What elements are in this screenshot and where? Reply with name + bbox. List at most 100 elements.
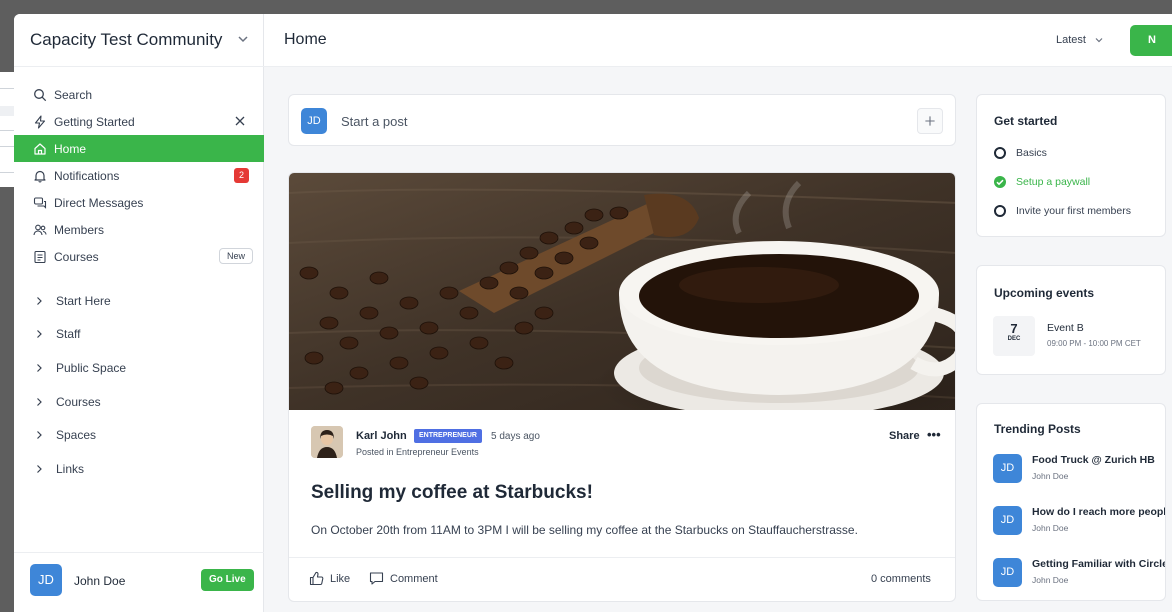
card-title: Trending Posts: [994, 422, 1081, 436]
user-name: John Doe: [74, 574, 126, 588]
add-post-button[interactable]: [917, 108, 943, 134]
post-title[interactable]: Selling my coffee at Starbucks!: [311, 482, 593, 504]
go-live-button[interactable]: Go Live: [201, 569, 254, 591]
sidebar-item-label: Direct Messages: [54, 195, 144, 210]
sidebar-item-notifications[interactable]: Notifications 2: [14, 162, 264, 189]
close-icon[interactable]: [233, 114, 247, 128]
trending-post-title: How do I reach more people: [1032, 506, 1166, 518]
get-started-card: Get started Basics Setup a paywall Invit…: [976, 94, 1166, 237]
courses-icon: [34, 250, 46, 263]
post-composer[interactable]: JD Start a post: [288, 94, 956, 146]
post-card: Karl John ENTREPRENEUR 5 days ago Posted…: [288, 172, 956, 602]
sidebar-item-label: Home: [54, 141, 87, 156]
chevron-down-icon: [1095, 38, 1103, 43]
avatar: JD: [993, 506, 1022, 535]
sidebar-item-label: Getting Started: [54, 114, 135, 129]
thumbs-up-icon: [309, 571, 324, 586]
app-window: Capacity Test Community Search Getting S…: [14, 14, 1172, 612]
trending-post-author: John Doe: [1032, 575, 1069, 585]
community-switcher[interactable]: Capacity Test Community: [14, 14, 264, 67]
sidebar-item-label: Notifications: [54, 168, 120, 183]
space-group-staff[interactable]: Staff: [14, 318, 264, 352]
comment-button[interactable]: Comment: [369, 571, 438, 586]
space-group-spaces[interactable]: Spaces: [14, 418, 264, 452]
messages-icon: [33, 196, 47, 209]
avatar[interactable]: JD: [30, 564, 62, 596]
avatar: JD: [993, 558, 1022, 587]
trending-posts-card: Trending Posts JD Food Truck @ Zurich HB…: [976, 403, 1166, 601]
comments-count[interactable]: 0 comments: [871, 573, 931, 585]
sidebar-item-courses[interactable]: Courses New: [14, 243, 264, 270]
chevron-right-icon: [37, 330, 42, 339]
plus-icon: [925, 116, 935, 126]
comment-icon: [369, 572, 384, 585]
community-name: Capacity Test Community: [30, 30, 223, 49]
like-button[interactable]: Like: [309, 571, 350, 586]
card-title: Upcoming events: [994, 286, 1095, 300]
sidebar: Capacity Test Community Search Getting S…: [14, 14, 264, 612]
more-options-icon[interactable]: •••: [927, 427, 941, 442]
checklist-label: Basics: [1016, 147, 1047, 159]
card-title: Get started: [994, 114, 1058, 128]
chevron-right-icon: [37, 364, 42, 372]
space-group-start-here[interactable]: Start Here: [14, 284, 264, 318]
author-avatar[interactable]: [311, 426, 343, 458]
sidebar-item-getting-started[interactable]: Getting Started: [14, 108, 264, 135]
trending-post-title: Getting Familiar with Circle: [1032, 558, 1166, 570]
like-label: Like: [330, 572, 351, 585]
share-button[interactable]: Share: [889, 430, 920, 442]
new-post-button[interactable]: N: [1130, 25, 1172, 56]
composer-placeholder: Start a post: [341, 114, 408, 129]
post-timestamp: 5 days ago: [491, 431, 540, 442]
space-group-label: Public Space: [56, 360, 127, 375]
event-time: 09:00 PM - 10:00 PM CET: [1047, 339, 1141, 348]
sidebar-item-direct-messages[interactable]: Direct Messages: [14, 189, 264, 216]
sidebar-item-search[interactable]: Search: [14, 81, 264, 108]
circle-icon: [994, 205, 1006, 217]
checklist-item-basics[interactable]: Basics: [994, 147, 1047, 159]
sidebar-item-label: Search: [54, 87, 93, 102]
new-tag: New: [219, 248, 254, 264]
notification-count-badge: 2: [234, 168, 249, 183]
sidebar-item-home[interactable]: Home: [14, 135, 264, 162]
bell-icon: [34, 170, 46, 183]
sidebar-item-members[interactable]: Members: [14, 216, 264, 243]
trending-post-author: John Doe: [1032, 471, 1069, 481]
checklist-label: Invite your first members: [1016, 205, 1131, 217]
sort-dropdown[interactable]: Latest: [1056, 34, 1104, 46]
page-title: Home: [284, 31, 327, 48]
space-group-label: Spaces: [56, 428, 97, 443]
comment-label: Comment: [390, 572, 438, 585]
top-bar: Home Latest N: [264, 14, 1172, 67]
bolt-icon: [34, 114, 46, 129]
chevron-right-icon: [37, 464, 42, 473]
event-day: 7: [1010, 321, 1018, 336]
space-group-links[interactable]: Links: [14, 452, 264, 486]
space-group-courses[interactable]: Courses: [14, 385, 264, 419]
upcoming-events-card: Upcoming events 7 DEC Event B 09:00 PM -…: [976, 265, 1166, 375]
space-group-label: Courses: [56, 394, 101, 409]
author-name[interactable]: Karl John: [356, 430, 407, 442]
avatar: JD: [993, 454, 1022, 483]
sidebar-footer: JD John Doe Go Live: [14, 552, 264, 612]
posted-in-label[interactable]: Posted in Entrepreneur Events: [356, 447, 479, 457]
sidebar-item-label: Members: [54, 222, 105, 237]
main-content: Home Latest N JD Start a post Karl John …: [264, 14, 1172, 612]
space-group-public-space[interactable]: Public Space: [14, 351, 264, 385]
author-photo: [311, 426, 343, 458]
chevron-right-icon: [37, 296, 42, 305]
divider: [289, 557, 955, 558]
coffee-cover-image: [289, 173, 955, 410]
role-badge: ENTREPRENEUR: [414, 429, 482, 443]
space-group-label: Start Here: [56, 293, 111, 308]
search-icon: [34, 88, 47, 101]
chevron-down-icon: [238, 36, 248, 43]
chevron-right-icon: [37, 397, 42, 406]
avatar: JD: [301, 108, 327, 134]
trending-post-title: Food Truck @ Zurich HB: [1032, 454, 1155, 466]
event-name[interactable]: Event B: [1047, 322, 1084, 334]
checklist-item-invite[interactable]: Invite your first members: [994, 205, 1131, 217]
post-body: On October 20th from 11AM to 3PM I will …: [311, 523, 858, 537]
checklist-item-paywall[interactable]: Setup a paywall: [994, 176, 1090, 188]
chevron-right-icon: [37, 431, 42, 440]
